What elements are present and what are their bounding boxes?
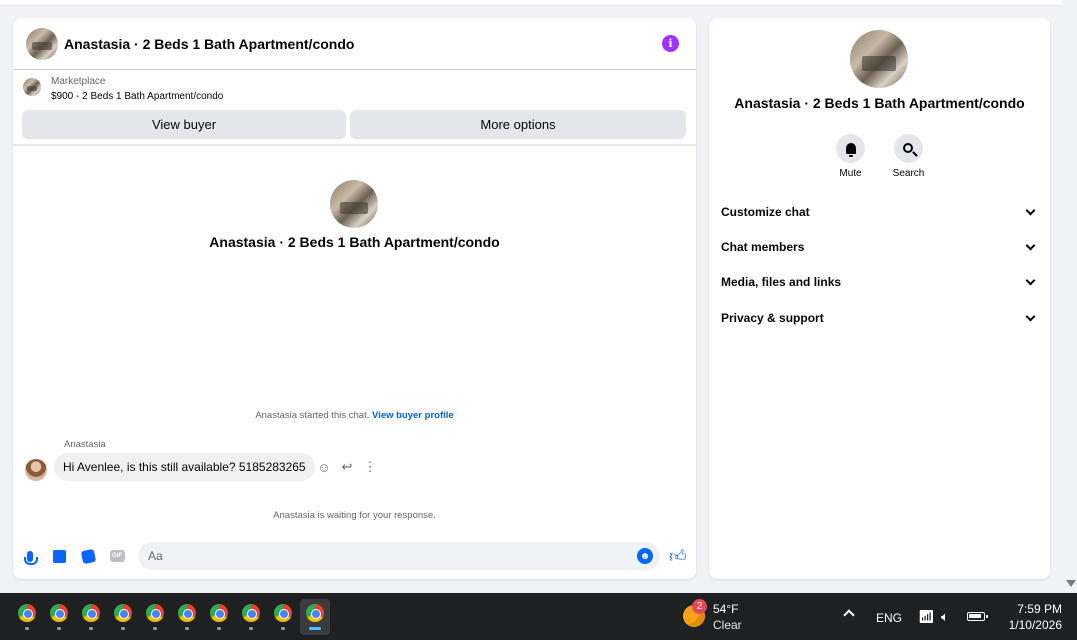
chrome-icon	[242, 604, 260, 622]
taskbar-chrome-button[interactable]	[172, 599, 202, 635]
running-indicator	[89, 627, 93, 630]
chrome-icon	[114, 604, 132, 622]
bell-icon[interactable]	[836, 134, 865, 163]
top-strip	[0, 0, 1062, 6]
scroll-down-arrow[interactable]	[1066, 580, 1076, 587]
tray-chevron-up-icon[interactable]	[843, 609, 855, 621]
view-buyer-profile-link[interactable]: View buyer profile	[372, 410, 454, 421]
sender-avatar[interactable]	[25, 459, 47, 481]
chat-header: Anastasia · 2 Beds 1 Bath Apartment/cond…	[13, 18, 696, 70]
taskbar-chrome-button[interactable]	[300, 599, 330, 635]
chrome-icon	[50, 604, 68, 622]
running-indicator	[185, 627, 189, 630]
reply-icon[interactable]: ↩	[340, 459, 354, 475]
taskbar-chrome-button[interactable]	[108, 599, 138, 635]
message-input[interactable]	[138, 542, 660, 570]
chat-started-notice: Anastasia started this chat. View buyer …	[13, 410, 696, 421]
running-indicator	[25, 627, 29, 630]
section-privacy-support[interactable]: Privacy & support	[721, 306, 1038, 330]
conversation-avatar	[330, 180, 378, 228]
message-bubble[interactable]: Hi Avenlee, is this still available? 518…	[54, 453, 315, 481]
waiting-notice: Anastasia is waiting for your response.	[273, 510, 436, 521]
search-icon[interactable]	[894, 134, 923, 163]
chat-panel: Anastasia · 2 Beds 1 Bath Apartment/cond…	[13, 18, 696, 579]
chat-title[interactable]: Anastasia · 2 Beds 1 Bath Apartment/cond…	[64, 36, 354, 52]
chrome-icon	[178, 604, 196, 622]
taskbar: 2 54°F Clear ENG 📶︎ 🔈︎ 7:59 PM 1/10/2026	[0, 593, 1077, 640]
section-media-files-links[interactable]: Media, files and links	[721, 270, 1038, 294]
chrome-icon	[146, 604, 164, 622]
chat-started-text: Anastasia started this chat.	[255, 410, 370, 421]
running-indicator	[153, 627, 157, 630]
message-sender-name: Anastasia	[64, 439, 106, 450]
message-actions: ☺ ↩ ⋮	[317, 459, 377, 475]
chrome-icon	[82, 604, 100, 622]
running-indicator	[121, 627, 125, 630]
conversation-title: Anastasia · 2 Beds 1 Bath Apartment/cond…	[209, 234, 500, 250]
taskbar-chrome-button[interactable]	[236, 599, 266, 635]
view-buyer-button[interactable]: View buyer	[22, 110, 346, 139]
running-indicator	[57, 627, 61, 630]
clock-time[interactable]: 7:59 PM	[1000, 602, 1062, 616]
chevron-down-icon	[1025, 311, 1036, 321]
taskbar-chrome-button[interactable]	[140, 599, 170, 635]
weather-condition[interactable]: Clear	[713, 618, 742, 632]
volume-icon[interactable]: 🔈︎	[941, 609, 949, 625]
mute-button[interactable]: Mute	[833, 134, 869, 179]
taskbar-chrome-button[interactable]	[44, 599, 74, 635]
listing-price-title[interactable]: $900 - 2 Beds 1 Bath Apartment/condo	[51, 91, 223, 102]
chrome-icon	[306, 604, 324, 622]
marketplace-banner: Marketplace $900 - 2 Beds 1 Bath Apartme…	[13, 70, 696, 146]
thumbs-up-icon[interactable]: 👍︎	[668, 546, 688, 566]
info-icon[interactable]: i	[662, 35, 679, 52]
gif-icon[interactable]: GIF	[109, 548, 125, 564]
section-customize-chat[interactable]: Customize chat	[721, 200, 1038, 224]
chevron-down-icon	[1025, 240, 1036, 250]
chevron-down-icon	[1025, 205, 1036, 215]
composer: GIF ☻ 👍︎	[13, 540, 696, 576]
listing-avatar[interactable]	[26, 27, 58, 60]
photo-icon[interactable]	[51, 548, 67, 564]
wifi-icon[interactable]: 📶︎	[918, 609, 935, 625]
taskbar-chrome-button[interactable]	[12, 599, 42, 635]
mute-label: Mute	[839, 168, 862, 179]
running-indicator	[281, 627, 285, 630]
battery-icon[interactable]	[967, 612, 988, 621]
taskbar-chrome-button[interactable]	[76, 599, 106, 635]
clock-date[interactable]: 1/10/2026	[1000, 618, 1062, 632]
running-indicator	[217, 627, 221, 630]
microphone-icon[interactable]	[22, 548, 38, 565]
more-icon[interactable]: ⋮	[363, 459, 377, 475]
taskbar-chrome-button[interactable]	[204, 599, 234, 635]
chevron-down-icon	[1025, 275, 1036, 285]
chrome-icon	[274, 604, 292, 622]
info-actions: Mute Search	[709, 134, 1050, 179]
info-avatar	[850, 30, 908, 88]
section-chat-members[interactable]: Chat members	[721, 235, 1038, 259]
weather-badge: 2	[692, 599, 707, 614]
more-options-button[interactable]: More options	[350, 110, 686, 139]
sticker-icon[interactable]	[80, 548, 96, 564]
chrome-icon	[210, 604, 228, 622]
marketplace-label: Marketplace	[51, 76, 106, 87]
taskbar-chrome-button[interactable]	[268, 599, 298, 635]
running-indicator	[309, 627, 321, 630]
chrome-icon	[18, 604, 36, 622]
language-indicator[interactable]: ENG	[876, 611, 902, 625]
search-label: Search	[892, 168, 925, 179]
listing-thumbnail[interactable]	[23, 78, 41, 96]
emoji-icon[interactable]: ☻	[637, 548, 653, 564]
search-button[interactable]: Search	[891, 134, 927, 179]
chat-info-panel: Anastasia · 2 Beds 1 Bath Apartment/cond…	[709, 18, 1050, 579]
info-title: Anastasia · 2 Beds 1 Bath Apartment/cond…	[734, 95, 1025, 111]
running-indicator	[249, 627, 253, 630]
smile-icon[interactable]: ☺	[317, 460, 331, 475]
weather-temp[interactable]: 54°F	[713, 602, 738, 616]
